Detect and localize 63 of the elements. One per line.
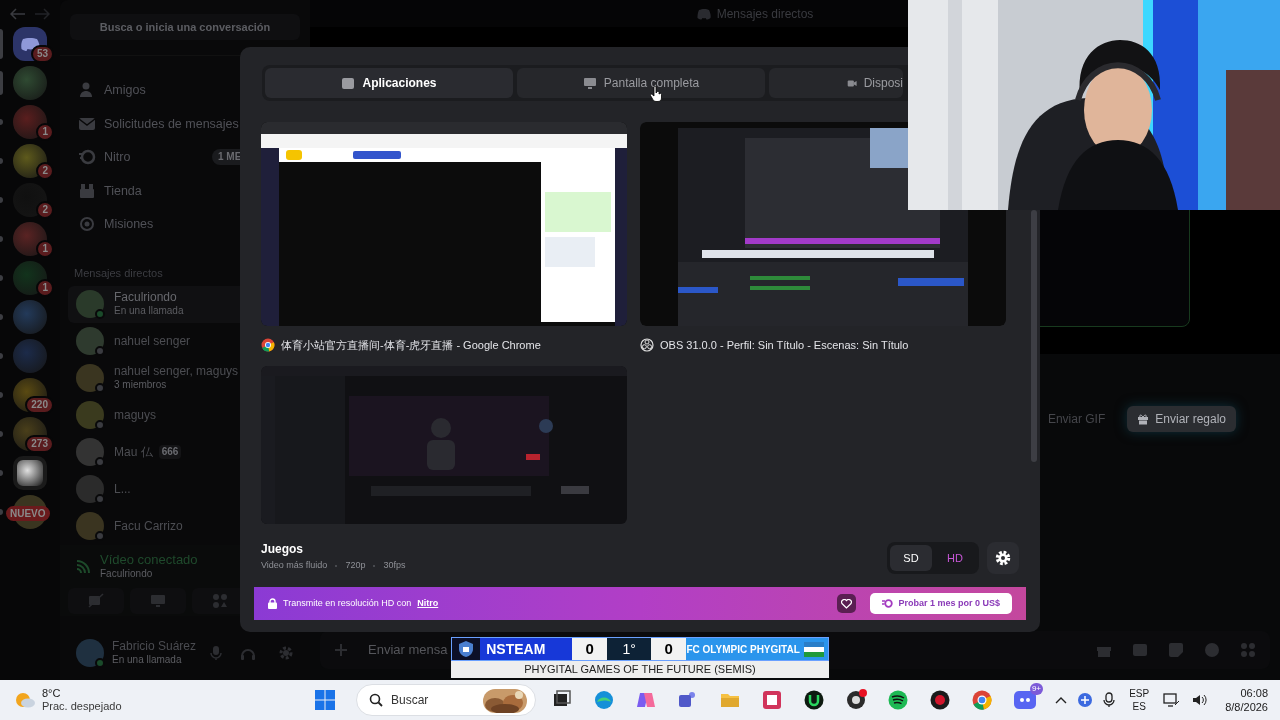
action-button[interactable]: Enviar regalo [1127,406,1236,432]
period: 1° [607,638,651,660]
contact-status: 3 miembros [114,379,168,392]
contact-name: Faculriondo [114,290,177,306]
tab[interactable]: Aplicaciones [265,68,513,98]
search-field[interactable]: Busca o inicia una conversación [70,14,300,41]
dm-item[interactable]: L... [68,470,302,508]
notification-badge: 2 [36,201,54,219]
clock[interactable]: 06:08 8/8/2026 [1217,686,1268,714]
contact-status: En una llamada [114,305,184,318]
team-name: NSTEAM [480,638,572,660]
notification-badge: 1 [36,123,54,141]
tab[interactable]: Pantalla completa [517,68,765,98]
weather-status: Prac. despejado [42,700,122,713]
banner-text: Transmite en resolución HD con [283,596,412,610]
preset-detail: 720p [345,559,366,573]
contact-name: L... [114,481,131,497]
preset-detail: Video más fluido [261,559,328,573]
contact-name: Mau 仏 [114,444,153,460]
notification-badge: 1 [36,240,54,258]
temperature: 8°C [42,687,62,700]
notification-badge: 2 [36,162,54,180]
quality-option[interactable]: SD [890,545,932,571]
voice-channel: Faculriondo [100,568,154,581]
team-name: FC OLYMPIC PHYGITAL [686,638,800,660]
notification-badge: 220 [25,396,54,414]
preset-title: Juegos [261,543,304,556]
contact-name: nahuel senger [114,333,191,349]
dm-item[interactable]: Facu Carrizo [68,507,302,545]
user-status: En una llamada [112,654,183,667]
nav-item[interactable]: Misiones [68,207,302,242]
window-title: Mensajes directos [716,5,814,23]
nav-item[interactable]: Nitro 1 ME [68,140,302,175]
tab[interactable]: Disposi [769,68,903,98]
contact-name: nahuel senger, maguys [114,364,239,380]
nav-item[interactable]: Solicitudes de mensajes [68,107,302,141]
dm-item[interactable]: maguys [68,396,302,434]
notification-badge: 9+ [1029,683,1043,695]
search-field[interactable]: Buscar [356,684,536,716]
quality-option[interactable]: HD [934,545,976,571]
contact-name: Facu Carrizo [114,518,183,534]
user-name: Fabricio Suárez [112,639,198,655]
clan-tag: 666 [158,445,182,460]
score: 0 [650,638,687,660]
nitro-link[interactable]: Nitro [417,596,439,611]
notification-badge: 273 [25,435,54,453]
language-indicator[interactable]: ESP ES [1125,687,1154,713]
placeholder-text: Enviar mensa [368,641,448,660]
nitro-badge: 1 ME [212,149,243,166]
dm-item[interactable]: Mau 仏 666 [68,433,302,471]
preset-detail: 30fps [383,559,406,573]
action-button[interactable]: Enviar GIF [1041,406,1112,432]
trial-button[interactable]: Probar 1 mes por 0 US$ [870,593,1012,614]
score: 0 [571,638,608,660]
dm-item[interactable]: nahuel senger, maguys 3 miembros [68,359,302,397]
notification-badge: 1 [36,279,54,297]
source-title: 体育小站官方直播间-体育-虎牙直播 - Google Chrome [281,337,541,353]
nav-item[interactable]: Tienda [68,174,302,208]
source-title: OBS 31.0.0 - Perfil: Sin Título - Escenas: Sin Título [660,337,909,353]
notification-badge: NUEVO [6,506,50,521]
scoreboard-caption: PHYGITAL GAMES OF THE FUTURE (SEMIS) [451,661,829,678]
voice-status: Vídeo conectado [100,552,198,569]
contact-name: maguys [114,407,157,423]
